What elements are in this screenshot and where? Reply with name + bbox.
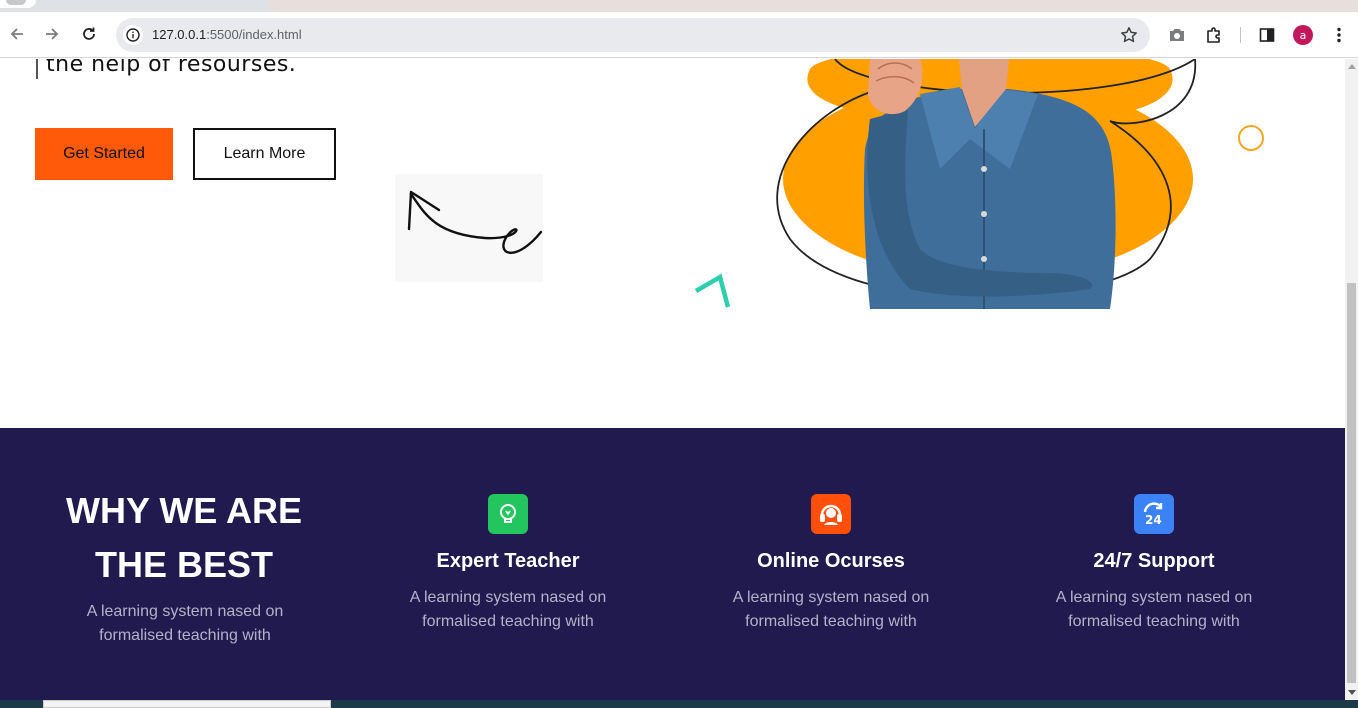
scroll-up-icon[interactable] (1348, 64, 1356, 69)
feature-title: Expert Teacher (436, 550, 580, 572)
extensions-icon[interactable] (1204, 25, 1224, 45)
tab-favicon (6, 0, 26, 5)
os-taskbar (0, 700, 1358, 708)
support-agent-icon (811, 494, 851, 534)
camera-icon[interactable] (1167, 25, 1187, 45)
get-started-button[interactable]: Get Started (35, 128, 173, 180)
profile-avatar[interactable]: a (1293, 25, 1313, 45)
decorative-ring-icon (1238, 125, 1264, 151)
url-path: :5500/index.html (206, 27, 302, 42)
browser-toolbar: 127.0.0.1:5500/index.html a (0, 12, 1358, 58)
toolbar-separator (1240, 27, 1241, 43)
feature-card-support: 24 24/7 Support A learning system nased … (1024, 494, 1284, 634)
feature-card-expert-teacher: Expert Teacher A learning system nased o… (378, 494, 638, 634)
why-section: WHY WE ARE THE BEST A learning system na… (0, 428, 1345, 700)
menu-dots-icon[interactable] (1329, 25, 1349, 45)
address-bar[interactable]: 127.0.0.1:5500/index.html (116, 18, 1150, 52)
url-text[interactable]: 127.0.0.1:5500/index.html (152, 27, 302, 42)
back-icon[interactable] (5, 22, 29, 46)
svg-text:24: 24 (1145, 513, 1162, 527)
taskbar-window-preview[interactable] (43, 700, 331, 708)
learn-more-button[interactable]: Learn More (193, 128, 336, 180)
inactive-tab-area[interactable] (268, 0, 1358, 12)
reload-icon[interactable] (77, 22, 101, 46)
hero-text: the help of resourses. (36, 59, 296, 79)
feature-description: A learning system nased on formalised te… (732, 589, 930, 630)
url-host: 127.0.0.1 (152, 27, 207, 42)
lightbulb-icon (488, 494, 528, 534)
feature-title: 24/7 Support (1093, 550, 1215, 572)
scroll-down-icon[interactable] (1348, 690, 1356, 695)
tab-strip (0, 0, 1358, 12)
24-hours-icon: 24 (1134, 494, 1174, 534)
forward-icon[interactable] (40, 22, 64, 46)
site-info-icon[interactable] (123, 25, 143, 45)
why-title: WHY WE ARE THE BEST (65, 490, 302, 585)
feature-card-online-courses: Online Ocurses A learning system nased o… (701, 494, 961, 634)
bookmark-star-icon[interactable] (1120, 26, 1138, 44)
teal-zigzag-icon (694, 271, 734, 316)
scrollbar-thumb[interactable] (1347, 283, 1356, 683)
why-description: A learning system nased on formalised te… (86, 603, 284, 644)
feature-title: Online Ocurses (757, 550, 905, 572)
page-scrollbar[interactable] (1345, 59, 1358, 700)
curved-arrow-icon (395, 174, 543, 282)
hero-illustration (770, 59, 1210, 309)
feature-description: A learning system nased on formalised te… (409, 589, 607, 630)
feature-description: A learning system nased on formalised te… (1055, 589, 1253, 630)
side-panel-icon[interactable] (1257, 25, 1277, 45)
page-viewport: the help of resourses. Get Started Learn… (0, 59, 1345, 700)
